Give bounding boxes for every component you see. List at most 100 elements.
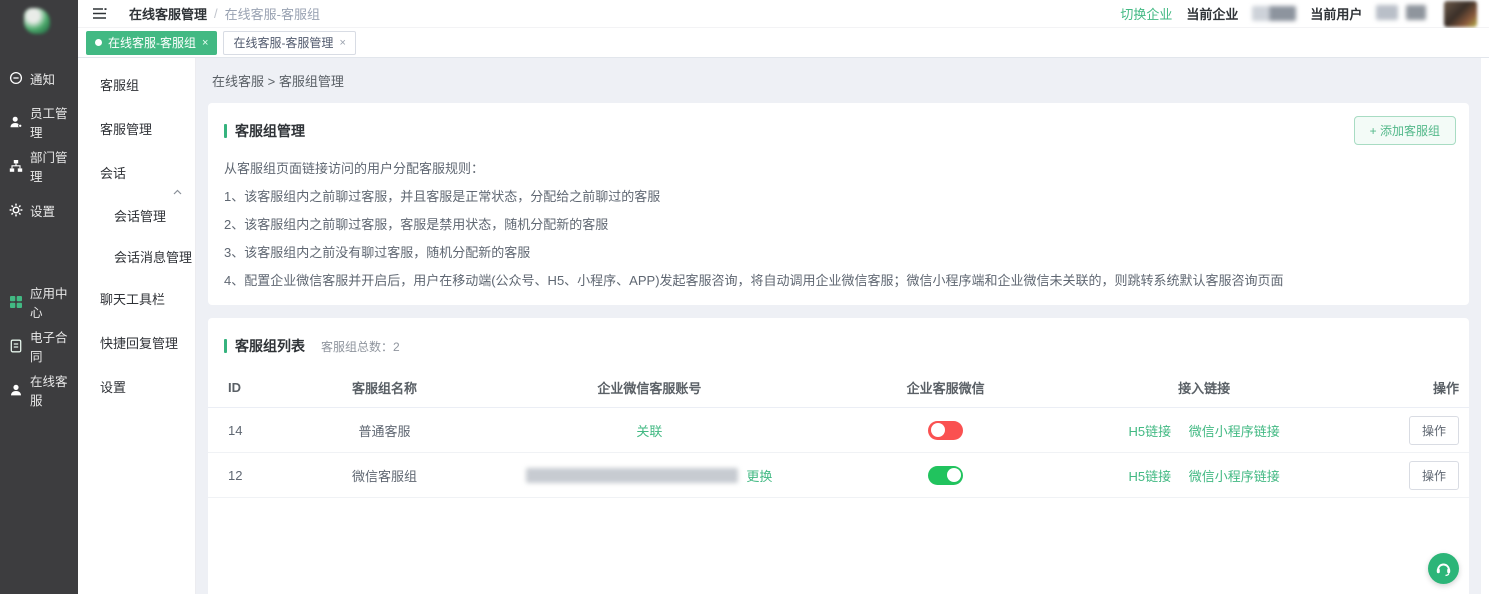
menu-item-label: 设置 bbox=[100, 380, 126, 395]
wecom-service-toggle[interactable] bbox=[928, 466, 963, 485]
floating-service-button[interactable] bbox=[1428, 553, 1459, 584]
current-enterprise-value-redacted bbox=[1252, 6, 1296, 21]
current-enterprise-label: 当前企业 bbox=[1186, 4, 1238, 23]
h5-link[interactable]: H5链接 bbox=[1129, 469, 1172, 484]
col-header-actions: 操作 bbox=[1355, 378, 1468, 397]
wecom-account-redacted bbox=[526, 468, 738, 483]
rule-line: 3、该客服组内之前没有聊过客服，随机分配新的客服 bbox=[224, 246, 1453, 259]
col-header-wecom-account: 企业微信客服账号 bbox=[460, 378, 838, 397]
close-tab-icon[interactable]: × bbox=[202, 37, 208, 49]
menu-item-settings[interactable]: 设置 bbox=[78, 366, 195, 410]
wecom-service-toggle[interactable] bbox=[928, 421, 963, 440]
breadcrumb-root[interactable]: 在线客服管理 bbox=[129, 4, 207, 23]
menu-item-label: 会话消息管理 bbox=[114, 250, 192, 265]
sidebar-item-notifications[interactable]: 通知 bbox=[0, 56, 78, 100]
current-user-label: 当前用户 bbox=[1310, 4, 1362, 23]
toggle-knob bbox=[947, 468, 961, 482]
rules-intro: 从客服组页面链接访问的用户分配客服规则： bbox=[224, 162, 1453, 175]
current-user-value-redacted bbox=[1406, 5, 1426, 20]
sidebar-item-label: 通知 bbox=[30, 69, 55, 88]
title-accent-bar bbox=[224, 339, 227, 353]
menu-item-chat-toolbar[interactable]: 聊天工具栏 bbox=[78, 278, 195, 322]
menu-item-label: 快捷回复管理 bbox=[100, 336, 178, 351]
tab-label: 在线客服-客服组 bbox=[108, 34, 196, 51]
headset-icon bbox=[1435, 561, 1452, 577]
tab-online-service-manage[interactable]: 在线客服-客服管理 × bbox=[223, 31, 355, 55]
top-header: 在线客服管理 / 在线客服-客服组 切换企业 当前企业 当前用户 bbox=[78, 0, 1489, 28]
app-logo bbox=[24, 8, 50, 34]
group-total-count: 客服组总数：2 bbox=[321, 338, 400, 355]
col-header-name: 客服组名称 bbox=[309, 378, 460, 397]
mini-program-link[interactable]: 微信小程序链接 bbox=[1189, 469, 1280, 484]
service-group-list-card: 客服组列表 客服组总数：2 ID 客服组名称 企业微信客服账号 企业客服微信 接… bbox=[208, 318, 1469, 594]
menu-item-label: 客服管理 bbox=[100, 122, 152, 137]
menu-item-label: 客服组 bbox=[100, 78, 139, 93]
cell-id: 14 bbox=[208, 423, 309, 438]
table-row: 12 微信客服组 更换 H5链接 微信小程序链接 操作 bbox=[208, 453, 1469, 498]
service-group-manage-card: 客服组管理 + 添加客服组 从客服组页面链接访问的用户分配客服规则： 1、该客服… bbox=[208, 103, 1469, 305]
sidebar-item-app-center[interactable]: 应用中心 bbox=[0, 280, 78, 324]
user-avatar[interactable] bbox=[1444, 1, 1477, 27]
rule-line: 4、配置企业微信客服并开启后，用户在移动端(公众号、H5、小程序、APP)发起客… bbox=[224, 274, 1453, 287]
tab-online-service-group[interactable]: 在线客服-客服组 × bbox=[86, 31, 217, 55]
h5-link[interactable]: H5链接 bbox=[1129, 424, 1172, 439]
sidebar-item-employees[interactable]: 员工管理 bbox=[0, 100, 78, 144]
table-row: 14 普通客服 关联 H5链接 微信小程序链接 操作 bbox=[208, 408, 1469, 453]
menu-item-service-group[interactable]: 客服组 bbox=[78, 64, 195, 108]
menu-item-service-manage[interactable]: 客服管理 bbox=[78, 108, 195, 152]
notification-icon bbox=[9, 71, 23, 85]
menu-item-label: 会话管理 bbox=[114, 209, 166, 224]
cell-group-name: 普通客服 bbox=[309, 421, 460, 440]
sidebar-item-label: 员工管理 bbox=[30, 103, 78, 141]
change-account-link[interactable]: 更换 bbox=[746, 466, 772, 485]
col-header-id: ID bbox=[208, 380, 309, 395]
service-group-table: ID 客服组名称 企业微信客服账号 企业客服微信 接入链接 操作 14 普通客服… bbox=[208, 368, 1469, 498]
associate-account-link[interactable]: 关联 bbox=[636, 424, 662, 439]
active-tab-dot-icon bbox=[95, 39, 102, 46]
col-header-wecom-service: 企业客服微信 bbox=[838, 378, 1052, 397]
cell-group-name: 微信客服组 bbox=[309, 466, 460, 485]
sidebar-item-contract[interactable]: 电子合同 bbox=[0, 324, 78, 368]
customer-service-icon bbox=[9, 383, 23, 397]
switch-enterprise-link[interactable]: 切换企业 bbox=[1120, 4, 1172, 23]
contract-icon bbox=[9, 339, 23, 353]
sidebar-item-settings[interactable]: 设置 bbox=[0, 188, 78, 232]
primary-sidebar: 通知 员工管理 部门管理 设置 应用中心 电子合同 在线客服 bbox=[0, 0, 78, 594]
rule-line: 2、该客服组内之前聊过客服，客服是禁用状态，随机分配新的客服 bbox=[224, 218, 1453, 231]
sidebar-item-label: 部门管理 bbox=[30, 147, 78, 185]
secondary-sidebar: 客服组 客服管理 会话 会话管理 会话消息管理 聊天工具栏 快捷回复管理 设置 bbox=[78, 58, 196, 594]
add-service-group-button[interactable]: + 添加客服组 bbox=[1354, 116, 1456, 145]
rule-line: 1、该客服组内之前聊过客服，并且客服是正常状态，分配给之前聊过的客服 bbox=[224, 190, 1453, 203]
col-header-access-links: 接入链接 bbox=[1053, 378, 1356, 397]
close-tab-icon[interactable]: × bbox=[339, 37, 345, 49]
menu-item-session-message-manage[interactable]: 会话消息管理 bbox=[78, 237, 195, 278]
assignment-rules: 从客服组页面链接访问的用户分配客服规则： 1、该客服组内之前聊过客服，并且客服是… bbox=[208, 141, 1469, 287]
breadcrumb: 在线客服管理 / 在线客服-客服组 bbox=[129, 4, 320, 23]
row-action-button[interactable]: 操作 bbox=[1409, 461, 1459, 490]
card-title: 客服组列表 bbox=[235, 336, 305, 356]
sidebar-item-label: 在线客服 bbox=[30, 371, 78, 409]
page-breadcrumb: 在线客服 > 客服组管理 bbox=[196, 58, 1481, 103]
departments-icon bbox=[9, 159, 23, 173]
menu-item-session[interactable]: 会话 bbox=[78, 152, 195, 196]
mini-program-link[interactable]: 微信小程序链接 bbox=[1189, 424, 1280, 439]
menu-item-label: 会话 bbox=[100, 166, 126, 181]
card-title: 客服组管理 bbox=[235, 121, 305, 141]
employees-icon bbox=[9, 115, 23, 129]
menu-item-quick-reply[interactable]: 快捷回复管理 bbox=[78, 322, 195, 366]
sidebar-item-departments[interactable]: 部门管理 bbox=[0, 144, 78, 188]
settings-icon bbox=[9, 203, 23, 217]
row-action-button[interactable]: 操作 bbox=[1409, 416, 1459, 445]
title-accent-bar bbox=[224, 124, 227, 138]
app-center-icon bbox=[9, 295, 23, 309]
sidebar-item-label: 电子合同 bbox=[30, 327, 78, 365]
collapse-menu-icon[interactable] bbox=[92, 7, 107, 20]
breadcrumb-current: 在线客服-客服组 bbox=[225, 4, 320, 23]
sidebar-item-online-service[interactable]: 在线客服 bbox=[0, 368, 78, 412]
toggle-knob bbox=[931, 423, 945, 437]
menu-item-session-manage[interactable]: 会话管理 bbox=[78, 196, 195, 237]
sidebar-item-label: 设置 bbox=[30, 201, 55, 220]
current-user-value-redacted bbox=[1376, 5, 1398, 20]
sidebar-item-label: 应用中心 bbox=[30, 283, 78, 321]
tab-label: 在线客服-客服管理 bbox=[233, 34, 333, 51]
